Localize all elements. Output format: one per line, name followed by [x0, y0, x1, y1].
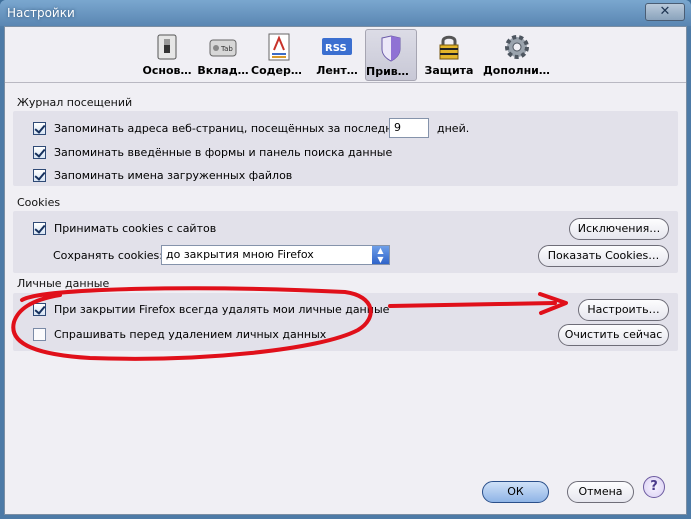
always-clear-row[interactable]: При закрытии Firefox всегда удалять мои …: [33, 300, 389, 318]
help-icon[interactable]: ?: [643, 476, 665, 498]
remember-forms-label: Запоминать введённые в формы и панель по…: [54, 145, 393, 159]
rss-icon: RSS: [322, 38, 352, 55]
tab-advanced-label: Дополнит…: [483, 64, 551, 77]
tab-tabs[interactable]: Tab Вклад…: [197, 29, 249, 81]
tab-privacy-label: Прива…: [366, 65, 416, 78]
dialog-body: Основ… Tab Вклад… Содерж… RSS Лент… Прив…: [4, 26, 687, 515]
privacy-mask-icon: [381, 35, 401, 62]
rss-icon-text: RSS: [325, 43, 347, 54]
always-clear-label: При закрытии Firefox всегда удалять мои …: [54, 302, 390, 316]
tab-feeds-label: Лент…: [316, 64, 358, 77]
private-data-section-label: Личные данные: [17, 277, 110, 290]
padlock-icon: [439, 35, 459, 60]
always-clear-checkbox[interactable]: [33, 302, 46, 316]
tab-privacy[interactable]: Прива…: [365, 29, 417, 81]
window-title: Настройки: [7, 6, 75, 20]
title-bar: Настройки ✕: [0, 0, 691, 26]
exceptions-button[interactable]: Исключения…: [569, 218, 669, 240]
history-days-input[interactable]: 9: [389, 118, 429, 138]
ask-before-checkbox[interactable]: [33, 327, 46, 341]
configure-button[interactable]: Настроить…: [578, 299, 669, 321]
remember-pages-label: Запоминать адреса веб-страниц, посещённы…: [54, 121, 407, 135]
gear-icon: [505, 35, 529, 59]
tab-security[interactable]: Защита: [421, 29, 477, 81]
select-arrows-icon[interactable]: ▲ ▼: [372, 246, 389, 264]
tab-icon-text: Tab: [220, 45, 233, 53]
clear-now-button[interactable]: Очистить сейчас: [558, 324, 669, 346]
tab-icon: Tab: [209, 39, 237, 57]
private-data-panel: При закрытии Firefox всегда удалять мои …: [13, 293, 678, 351]
tab-tabs-label: Вклад…: [197, 64, 249, 77]
remember-pages-row[interactable]: Запоминать адреса веб-страниц, посещённы…: [33, 119, 406, 137]
content-icon: [268, 33, 290, 61]
remember-downloads-row[interactable]: Запоминать имена загруженных файлов: [33, 166, 292, 184]
tab-content[interactable]: Содерж…: [251, 29, 307, 81]
tab-main[interactable]: Основ…: [141, 29, 193, 81]
category-toolbar: Основ… Tab Вклад… Содерж… RSS Лент… Прив…: [5, 27, 686, 83]
days-label: дней.: [437, 122, 470, 135]
tab-content-label: Содерж…: [251, 64, 307, 77]
remember-forms-checkbox[interactable]: [33, 145, 46, 159]
tab-main-label: Основ…: [142, 64, 192, 77]
cookies-section-label: Cookies: [17, 196, 61, 209]
tab-advanced[interactable]: Дополнит…: [483, 29, 551, 81]
remember-forms-row[interactable]: Запоминать введённые в формы и панель по…: [33, 143, 392, 161]
keep-cookies-label: Сохранять cookies:: [53, 249, 163, 262]
history-section-label: Журнал посещений: [17, 96, 133, 109]
cancel-button[interactable]: Отмена: [567, 481, 634, 503]
tab-feeds[interactable]: RSS Лент…: [311, 29, 363, 81]
accept-cookies-checkbox[interactable]: [33, 221, 46, 235]
accept-cookies-row[interactable]: Принимать cookies с сайтов: [33, 219, 216, 237]
remember-downloads-label: Запоминать имена загруженных файлов: [54, 168, 293, 182]
cookies-panel: Принимать cookies с сайтов Исключения… С…: [13, 211, 678, 273]
show-cookies-button[interactable]: Показать Cookies…: [538, 245, 669, 267]
ask-before-row[interactable]: Спрашивать перед удалением личных данных: [33, 325, 326, 343]
switch-icon: [157, 34, 177, 60]
keep-cookies-select[interactable]: до закрытия мною Firefox ▲ ▼: [161, 245, 390, 265]
close-button[interactable]: ✕: [645, 3, 685, 21]
keep-cookies-value: до закрытия мною Firefox: [166, 248, 314, 261]
ask-before-label: Спрашивать перед удалением личных данных: [54, 327, 327, 341]
preferences-window: Настройки ✕ Основ… Tab Вклад… Содерж… RS…: [0, 0, 691, 519]
history-panel: Запоминать адреса веб-страниц, посещённы…: [13, 111, 678, 186]
accept-cookies-label: Принимать cookies с сайтов: [54, 221, 217, 235]
remember-pages-checkbox[interactable]: [33, 121, 46, 135]
ok-button[interactable]: ОК: [482, 481, 549, 503]
remember-downloads-checkbox[interactable]: [33, 168, 46, 182]
tab-security-label: Защита: [424, 64, 474, 77]
